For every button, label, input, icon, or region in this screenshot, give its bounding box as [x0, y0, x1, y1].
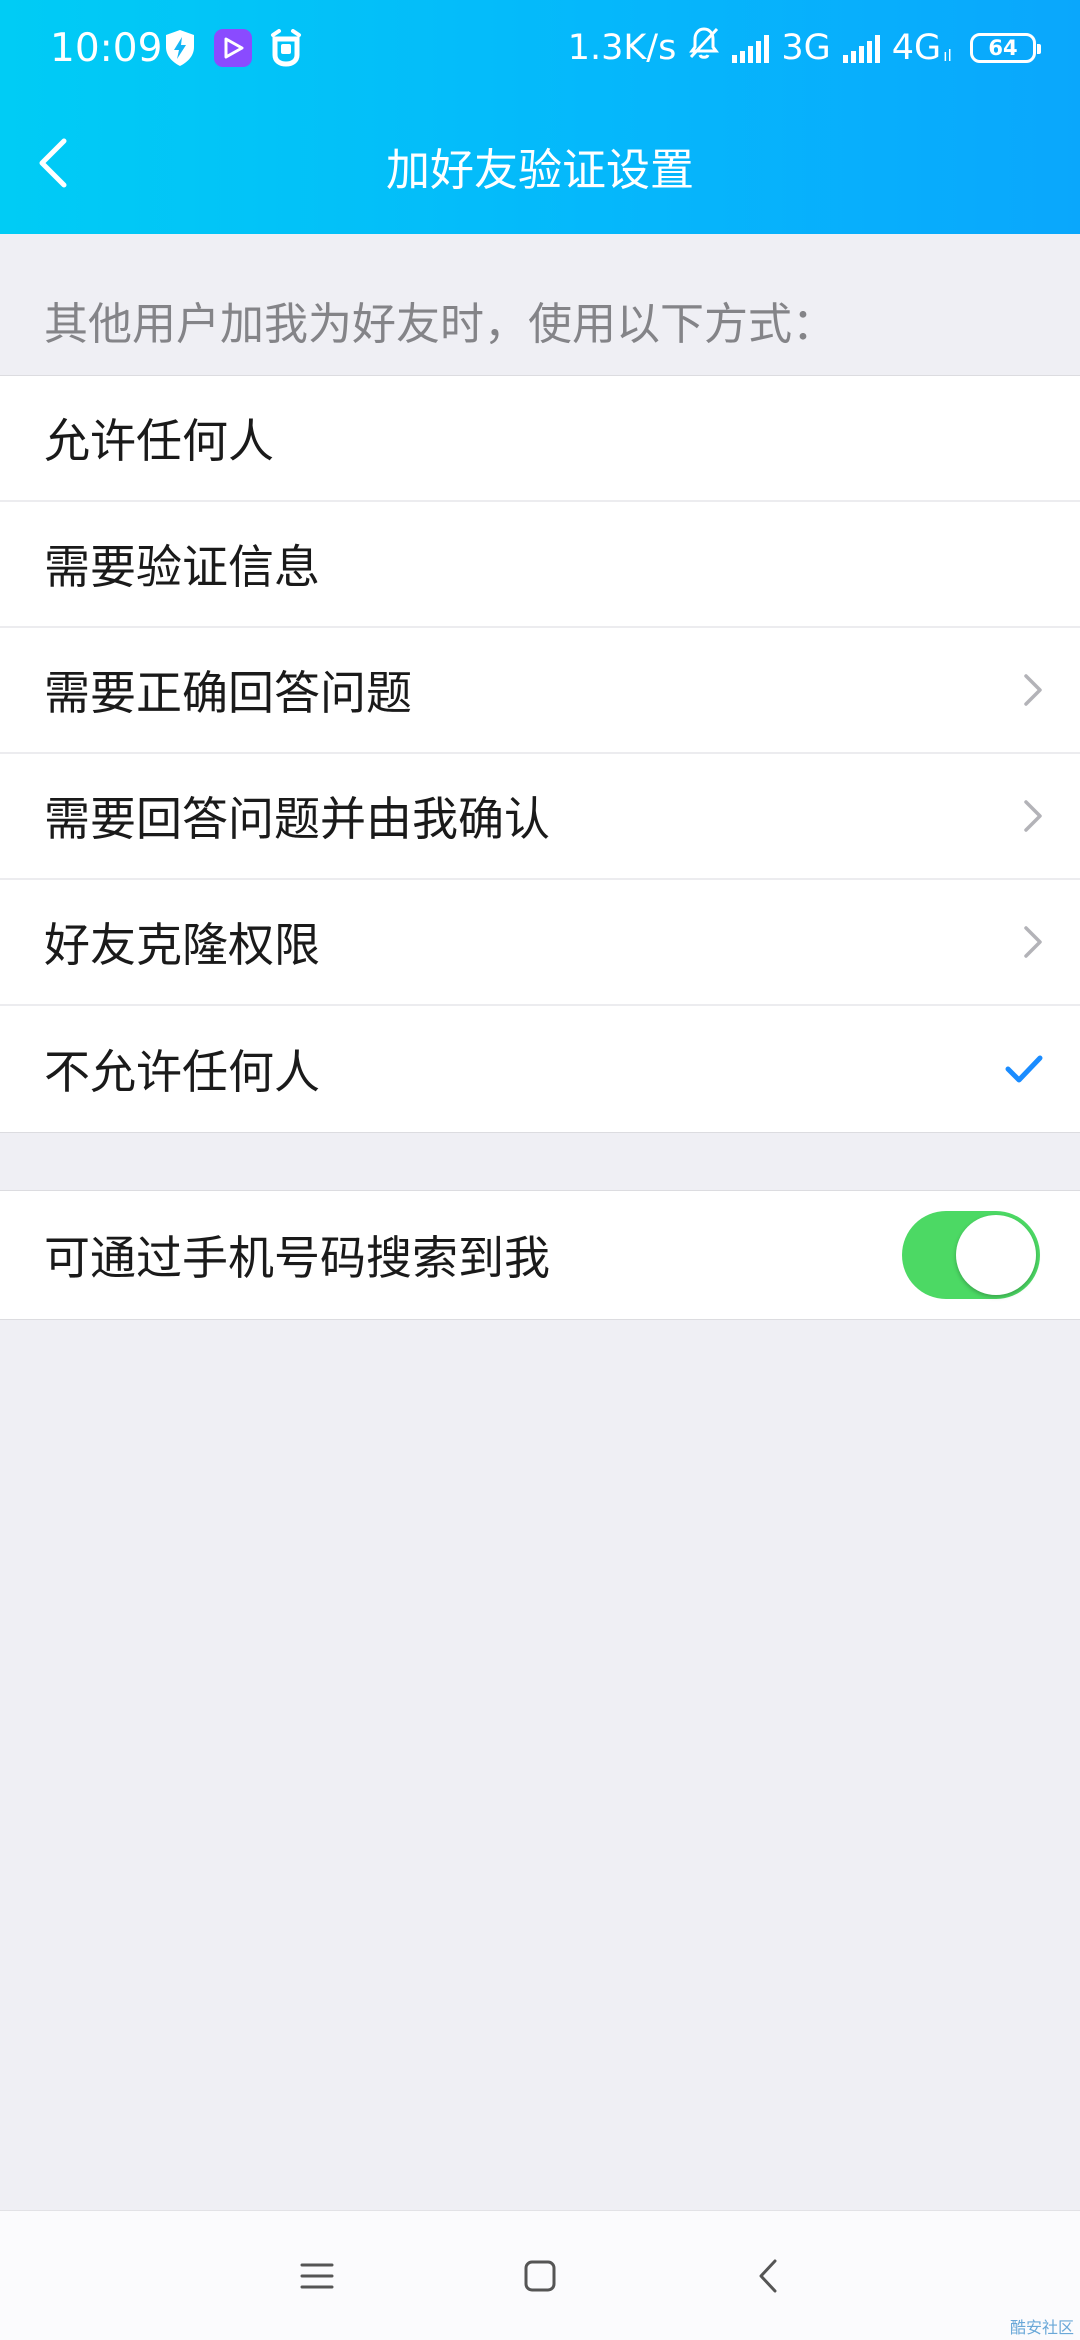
sim2-network: 4G: [891, 27, 942, 68]
sim1-network: 3G: [781, 27, 831, 68]
system-nav-bar: 酷安社区: [0, 2210, 1080, 2340]
alarm-app-icon: [266, 28, 306, 68]
net-speed: 1.3K/s: [567, 27, 677, 68]
option-require-verification[interactable]: 需要验证信息: [0, 502, 1080, 628]
app-header: 10:09 1.3K/s 3G 4G ıl 64 加好友验证设置: [0, 0, 1080, 234]
toggle-knob: [956, 1215, 1036, 1295]
checkmark-icon: [1004, 1053, 1044, 1085]
option-label: 需要验证信息: [44, 540, 320, 594]
option-label: 需要正确回答问题: [44, 666, 412, 720]
option-allow-no-one[interactable]: 不允许任何人: [0, 1006, 1080, 1132]
system-back-button[interactable]: [733, 2241, 803, 2311]
home-button[interactable]: [505, 2241, 575, 2311]
signal-icon: [842, 33, 880, 63]
option-label: 允许任何人: [44, 414, 274, 468]
status-time: 10:09: [50, 26, 163, 71]
option-label: 需要回答问题并由我确认: [44, 792, 550, 846]
back-chevron-icon: [759, 2259, 777, 2293]
shield-bolt-icon: [160, 28, 200, 68]
chevron-right-icon: [1022, 672, 1044, 708]
signal-icon: [732, 33, 770, 63]
bell-muted-icon: [688, 26, 720, 69]
option-correct-answer[interactable]: 需要正确回答问题: [0, 628, 1080, 754]
watermark: 酷安社区: [1009, 2318, 1074, 2337]
video-app-icon: [214, 29, 252, 67]
page-title: 加好友验证设置: [386, 145, 694, 196]
option-friend-clone-permission[interactable]: 好友克隆权限: [0, 880, 1080, 1006]
chevron-right-icon: [1022, 924, 1044, 960]
nav-row: 加好友验证设置: [0, 100, 1080, 234]
option-label: 好友克隆权限: [44, 918, 320, 972]
status-app-icons: [160, 28, 306, 68]
sim2-activity: ıl: [943, 46, 952, 65]
option-allow-anyone[interactable]: 允许任何人: [0, 376, 1080, 502]
status-bar: 10:09 1.3K/s 3G 4G ıl 64: [0, 0, 1080, 100]
verification-options: 允许任何人 需要验证信息 需要正确回答问题 需要回答问题并由我确认 好友克隆权限…: [0, 375, 1080, 1133]
option-answer-and-confirm[interactable]: 需要回答问题并由我确认: [0, 754, 1080, 880]
phone-search-group: 可通过手机号码搜索到我: [0, 1190, 1080, 1320]
home-square-icon: [524, 2260, 556, 2292]
section-hint: 其他用户加我为好友时，使用以下方式：: [44, 299, 836, 350]
menu-button[interactable]: [282, 2241, 352, 2311]
menu-icon: [300, 2263, 334, 2289]
phone-search-toggle[interactable]: [902, 1211, 1040, 1299]
phone-search-row: 可通过手机号码搜索到我: [0, 1191, 1080, 1319]
phone-search-label: 可通过手机号码搜索到我: [44, 1231, 550, 1285]
battery-level: 64: [988, 35, 1018, 60]
option-label: 不允许任何人: [44, 1045, 320, 1099]
chevron-right-icon: [1022, 798, 1044, 834]
battery-icon: 64: [970, 32, 1041, 63]
status-right: 1.3K/s 3G 4G ıl 64: [567, 26, 1041, 69]
